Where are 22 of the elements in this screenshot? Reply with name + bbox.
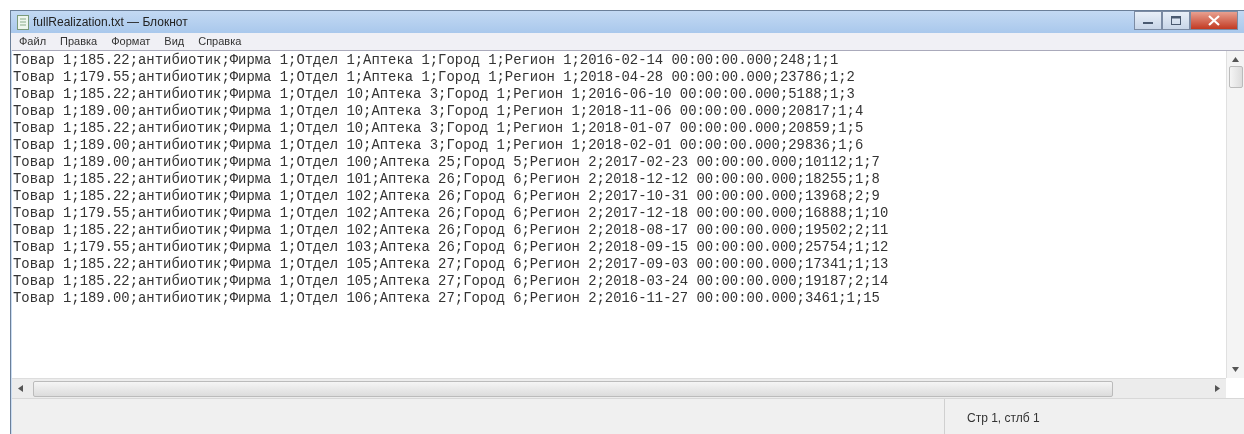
scroll-down-icon [1232,367,1239,372]
scroll-up-icon [1232,57,1239,62]
scroll-thumb[interactable] [1228,66,1243,88]
scroll-thumb[interactable] [33,380,1113,397]
vertical-scrollbar[interactable] [1226,51,1244,378]
menu-item[interactable]: Файл [17,33,49,50]
text-editor[interactable]: Товар 1;185.22;антибиотик;Фирма 1;Отдел 1;Аптека 1;Город 1;Регион 1;2016-02-14 00:00:00.000;248;1;1 Товар 1;179.55;антибиотик;Фирма 1;Отдел 1;Аптека 1;Город 1;Регион 1;2018-04-28 00:00:00.000;23786;1;2 Товар 1;185.22;антибиотик;Фирма 1;Отдел 10;Аптека 3;Город 1;Регион 1;2016-06-10 00:00:00.000;5188;1;3 Товар 1;189.00;антибиотик;Фирма 1;Отдел 10;Аптека 3;Город 1;Регион 1;2018-11-06 00:00:00.000;20817;1;4 Товар 1;185.22;антибиотик;Фирма 1;Отдел 10;Аптека 3;Город 1;Регион 1;2018-01-07 00:00:00.000;20859;1;5 Товар 1;189.00;антибиотик;Фирма 1;Отдел 10;Аптека 3;Город 1;Регион 1;2018-02-01 00:00:00.000;29836;1;6 Товар 1;189.00;антибиотик;Фирма 1;Отдел 100;Аптека 25;Город 5;Регион 2;2017-02-23 00:00:00.000;10112;1;7 Товар 1;185.22;антибиотик;Фирма 1;Отдел 101;Аптека 26;Город 6;Регион 2;2018-12-12 00:00:00.000;18255;1;8 Товар 1;185.22;антибиотик;Фирма 1;Отдел 102;Аптека 26;Город 6;Регион 2;2017-10-31 00:00:00.000;13968;2;9 Товар 1;179.55;антибиотик;Фирма 1;Отдел 102;Аптека 26;Город 6;Регион 2;2017-12-18 00:00:00.000;16888;1;10 Товар 1;185.22;антибиотик;Фирма 1;Отдел 102;Аптека 26;Город 6;Регион 2;2018-08-17 00:00:00.000;19502;2;11 Товар 1;179.55;антибиотик;Фирма 1;Отдел 103;Аптека 26;Город 6;Регион 2;2018-09-15 00:00:00.000;25754;1;12 Товар 1;185.22;антибиотик;Фирма 1;Отдел 105;Аптека 27;Город 6;Регион 2;2017-09-03 00:00:00.000;17341;1;13 Товар 1;185.22;антибиотик;Фирма 1;Отдел 105;Аптека 27;Город 6;Регион 2;2018-03-24 00:00:00.000;19187;2;14 Товар 1;189.00;антибиотик;Фирма 1;Отдел 106;Аптека 27;Город 6;Регион 2;2016-11-27 00:00:00.000;3461;1;15 [12,51,1226,378]
close-icon [1208,15,1220,26]
scroll-left-icon [18,385,23,392]
close-button[interactable] [1190,11,1238,30]
menu-item[interactable]: Справка [196,33,244,50]
window-title: fullRealization.txt — Блокнот [33,14,188,31]
cursor-position: Стр 1, стлб 1 [944,399,1244,434]
document-icon [17,14,29,30]
horizontal-scrollbar[interactable] [12,378,1226,398]
maximize-icon [1171,16,1181,25]
menu-item[interactable]: Вид [162,33,187,50]
maximize-button[interactable] [1162,11,1190,30]
menu-item[interactable]: Формат [109,33,153,50]
scroll-right-icon [1215,385,1220,392]
minimize-button[interactable] [1134,11,1162,30]
menu-item[interactable]: Правка [58,33,100,50]
